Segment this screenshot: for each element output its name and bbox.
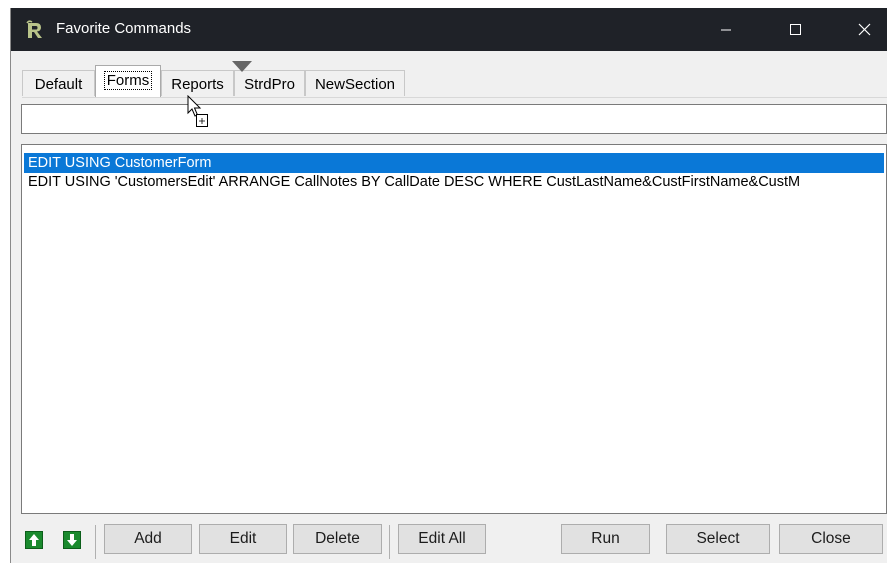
filter-input[interactable] — [21, 104, 887, 134]
tab-drop-marker-icon — [232, 61, 252, 72]
select-button[interactable]: Select — [666, 524, 770, 554]
list-item[interactable]: EDIT USING 'CustomersEdit' ARRANGE CallN… — [24, 173, 884, 191]
run-button[interactable]: Run — [561, 524, 650, 554]
r-logo-icon — [25, 20, 45, 40]
tab-label: Reports — [171, 76, 224, 93]
delete-button[interactable]: Delete — [293, 524, 382, 554]
edit-all-button[interactable]: Edit All — [398, 524, 486, 554]
tab-label: NewSection — [314, 76, 396, 93]
tab-newsection[interactable]: NewSection — [305, 70, 405, 96]
minimize-button[interactable] — [703, 8, 749, 51]
arrow-down-icon — [67, 534, 77, 546]
tab-default[interactable]: Default — [22, 70, 95, 96]
maximize-button[interactable] — [772, 8, 818, 51]
close-button[interactable]: Close — [779, 524, 883, 554]
tab-label: StrdPro — [244, 76, 295, 93]
drag-drop-cursor-icon — [187, 95, 208, 127]
close-icon — [858, 23, 871, 36]
tab-forms[interactable]: Forms — [95, 65, 161, 97]
move-up-button[interactable] — [25, 531, 43, 549]
bottom-toolbar: Add Edit Delete Edit All Run Select Clos… — [11, 521, 887, 563]
tab-label: Forms — [103, 71, 153, 90]
favorite-commands-window: Favorite Commands Default Forms Reports … — [10, 8, 887, 563]
title-bar[interactable]: Favorite Commands — [11, 8, 887, 51]
arrow-up-icon — [29, 534, 39, 546]
tab-strip: Default Forms Reports StrdPro NewSection — [22, 65, 887, 98]
maximize-icon — [790, 24, 801, 35]
edit-button[interactable]: Edit — [199, 524, 287, 554]
minimize-icon — [721, 29, 731, 31]
move-down-button[interactable] — [63, 531, 81, 549]
tab-strdpro[interactable]: StrdPro — [234, 70, 305, 96]
toolbar-separator — [389, 525, 390, 559]
add-button[interactable]: Add — [104, 524, 192, 554]
tab-reports[interactable]: Reports — [161, 70, 234, 96]
list-item[interactable]: EDIT USING CustomerForm — [24, 153, 884, 173]
commands-list[interactable]: EDIT USING CustomerForm EDIT USING 'Cust… — [21, 144, 887, 514]
close-window-button[interactable] — [842, 8, 887, 51]
tab-divider — [22, 97, 887, 98]
tab-label: Default — [34, 76, 83, 93]
window-title: Favorite Commands — [56, 20, 192, 37]
toolbar-separator — [95, 525, 96, 559]
